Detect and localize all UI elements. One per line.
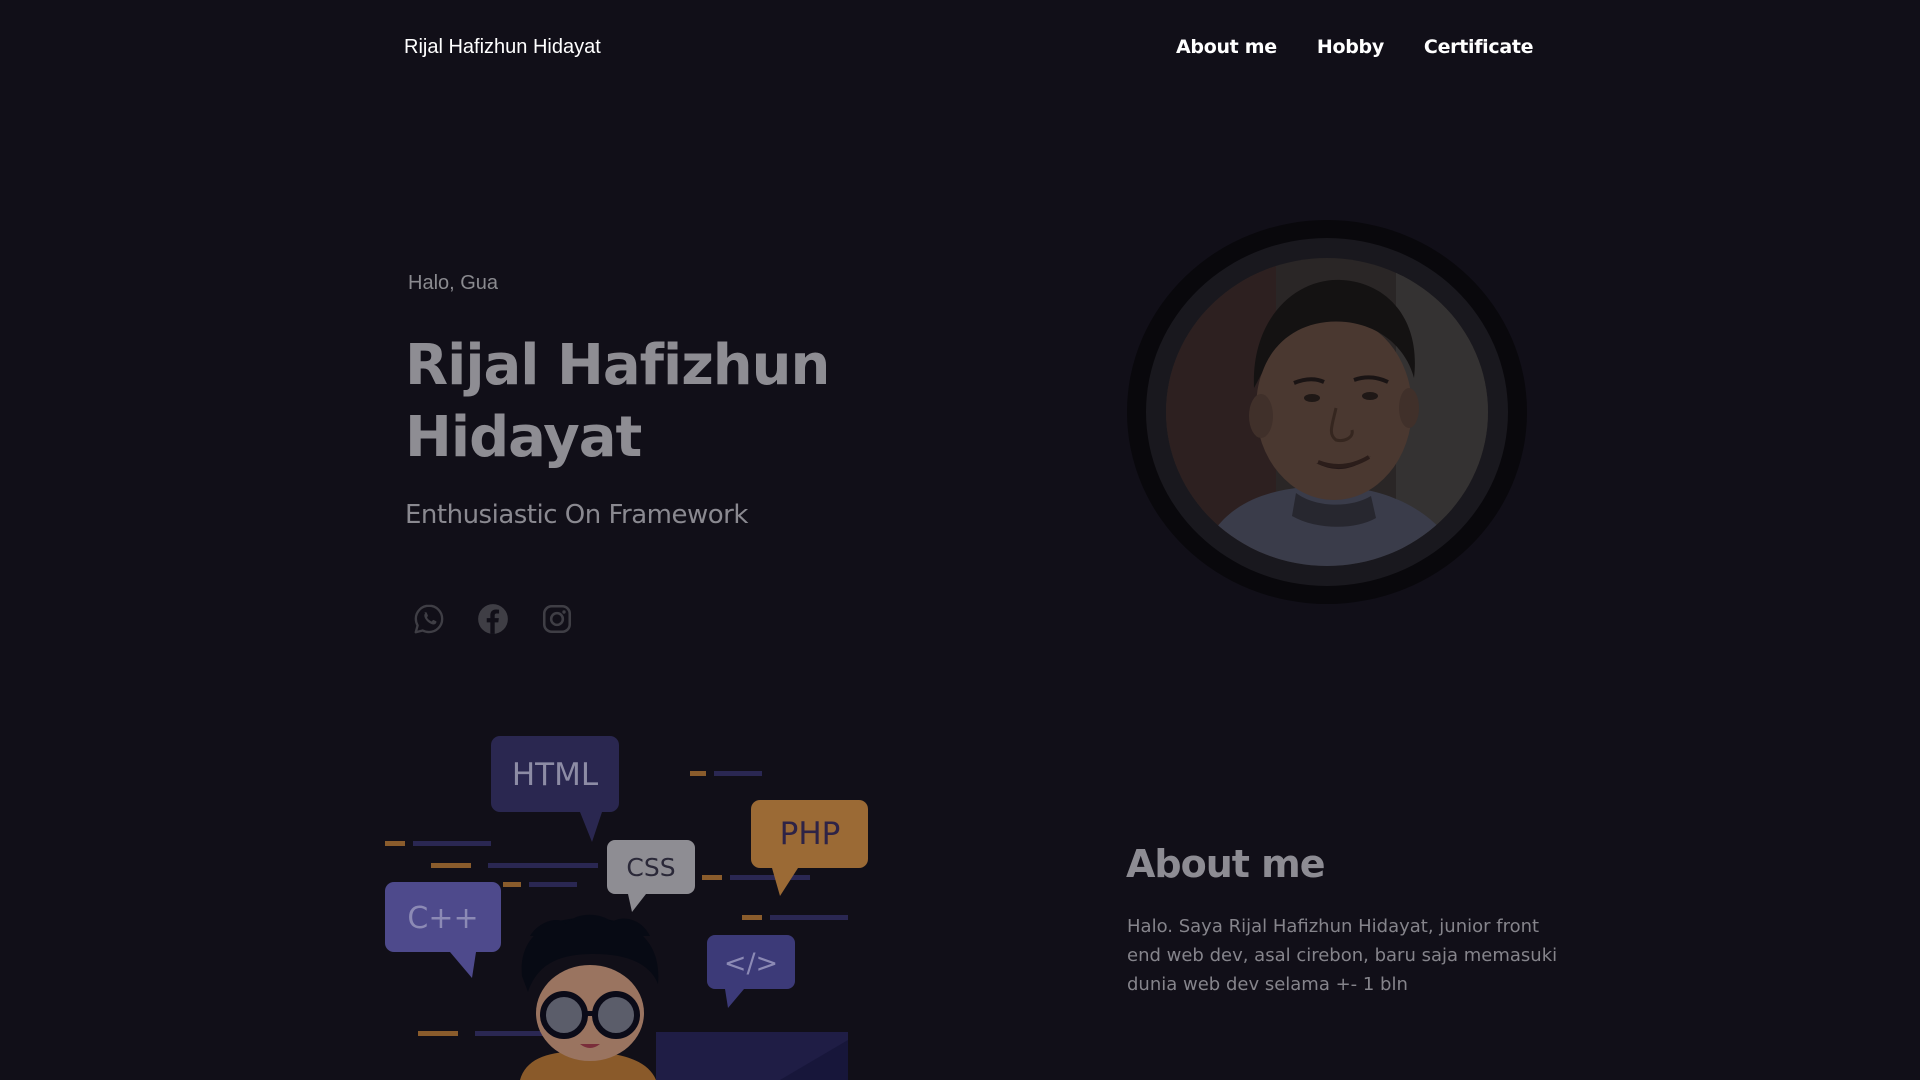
bubble-code: </> xyxy=(724,948,778,979)
whatsapp-link[interactable] xyxy=(412,602,446,636)
page: Rijal Hafizhun Hidayat About me Hobby Ce… xyxy=(0,0,1920,1080)
hero-name: Rijal Hafizhun Hidayat xyxy=(405,333,830,470)
hero-greeting: Halo, Gua xyxy=(408,272,499,294)
instagram-link[interactable] xyxy=(540,602,574,636)
social-links xyxy=(412,602,574,636)
whatsapp-icon xyxy=(414,604,444,634)
bubble-html: HTML xyxy=(512,757,599,793)
bubble-cpp: C++ xyxy=(407,901,478,936)
nav-certificate[interactable]: Certificate xyxy=(1424,36,1534,58)
bubble-css: CSS xyxy=(626,853,675,882)
nav-hobby[interactable]: Hobby xyxy=(1317,36,1384,58)
instagram-icon xyxy=(542,604,572,634)
brand-link[interactable]: Rijal Hafizhun Hidayat xyxy=(404,36,601,59)
hero-tagline: Enthusiastic On Framework xyxy=(405,500,748,530)
about-title: About me xyxy=(1126,842,1326,886)
profile-photo-image xyxy=(1166,258,1488,566)
facebook-link[interactable] xyxy=(476,602,510,636)
main-nav: About me Hobby Certificate xyxy=(1176,36,1534,58)
about-text: Halo. Saya Rijal Hafizhun Hidayat, junio… xyxy=(1127,916,1558,995)
nav-about-me[interactable]: About me xyxy=(1176,36,1277,58)
profile-photo xyxy=(1166,258,1488,566)
bubble-php: PHP xyxy=(780,816,841,852)
facebook-icon xyxy=(478,604,508,634)
coding-illustration: HTML PHP CSS C++ </> xyxy=(380,730,880,1080)
